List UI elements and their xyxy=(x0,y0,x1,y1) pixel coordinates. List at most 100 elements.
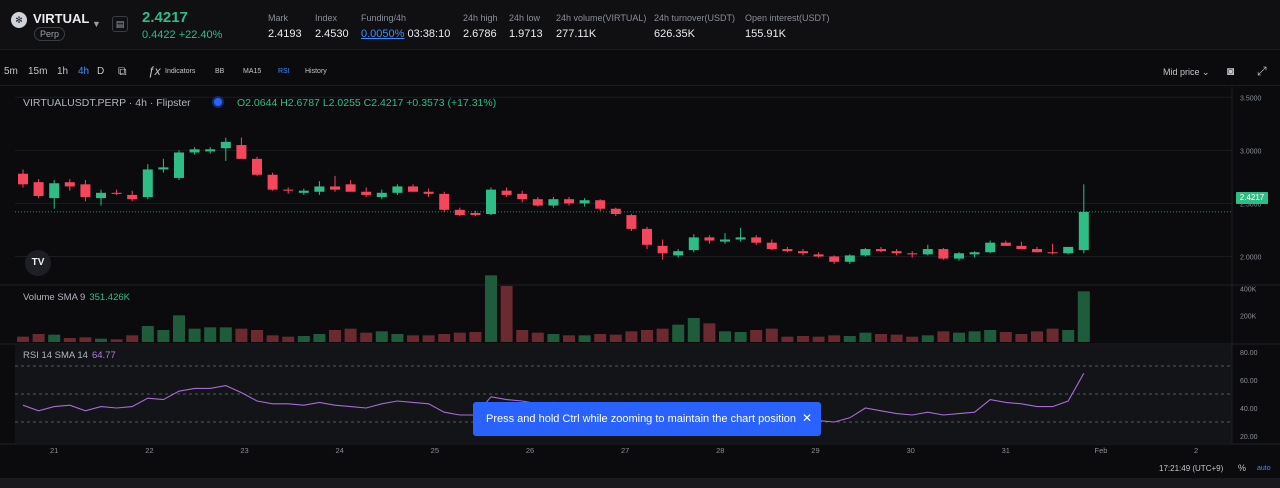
candle-body xyxy=(18,173,28,185)
volume-bar xyxy=(968,331,981,342)
candle-body xyxy=(454,209,465,216)
price-tick-label: 3.5000 xyxy=(1240,95,1262,102)
price-tick-label: 2.0000 xyxy=(1240,254,1262,261)
volume-bar xyxy=(672,324,685,342)
candle-body xyxy=(969,252,980,255)
volume-bar xyxy=(563,335,575,342)
candle-body xyxy=(345,184,356,192)
close-icon[interactable]: ✕ xyxy=(802,411,812,425)
volume-bar xyxy=(17,336,29,342)
zoom-hint-toast: Press and hold Ctrl while zooming to mai… xyxy=(473,402,821,436)
candle-body xyxy=(610,208,621,215)
camera-icon[interactable]: ◙ xyxy=(1227,64,1234,78)
volume-bar xyxy=(765,328,778,342)
pair-info-icon[interactable]: ▤ xyxy=(112,16,128,32)
candle-body xyxy=(517,193,528,200)
date-tick-label: Feb xyxy=(1094,446,1107,455)
clock[interactable]: 17:21:49 (UTC+9) xyxy=(1159,464,1223,473)
indicators-icon[interactable]: ƒx xyxy=(148,64,161,78)
date-tick-label: 27 xyxy=(621,446,629,455)
history-button[interactable]: History xyxy=(305,68,327,75)
percent-scale-toggle[interactable]: % xyxy=(1238,463,1246,473)
candle-body xyxy=(486,189,496,215)
volume-bar xyxy=(531,332,544,342)
volume-bar xyxy=(625,331,638,342)
volume-bar xyxy=(266,335,279,342)
stat-24h-turnover: 24h turnover(USDT) 626.35K xyxy=(654,13,736,40)
volume-bar xyxy=(797,336,809,342)
date-tick-label: 22 xyxy=(145,446,153,455)
volume-bar xyxy=(48,334,61,342)
ma15-indicator[interactable]: MA15 xyxy=(243,68,261,75)
volume-bar xyxy=(828,335,841,342)
volume-bar xyxy=(641,330,653,342)
rsi-indicator[interactable]: RSI xyxy=(278,68,290,75)
candle-body xyxy=(782,249,793,252)
candle-body xyxy=(267,174,278,190)
volume-bar xyxy=(984,330,997,342)
volume-bar xyxy=(375,331,388,342)
indicators-button[interactable]: Indicators xyxy=(165,68,195,75)
candle-type-icon[interactable]: ⧉ xyxy=(118,64,127,79)
volume-bar xyxy=(79,337,92,342)
volume-bar xyxy=(297,336,310,342)
volume-bar xyxy=(95,338,107,342)
price-mode-select[interactable]: Mid price ⌄ xyxy=(1163,67,1210,78)
bb-indicator[interactable]: BB xyxy=(215,68,224,75)
volume-bar xyxy=(235,328,248,342)
candle-body xyxy=(158,167,169,170)
date-tick-label: 23 xyxy=(240,446,248,455)
stat-open-interest: Open interest(USDT) 155.91K xyxy=(745,13,830,40)
tradingview-logo[interactable]: TV xyxy=(25,250,51,276)
candle-body xyxy=(439,193,450,210)
candle-body xyxy=(1063,246,1074,254)
funding-rate-link[interactable]: 0.0050% xyxy=(361,28,404,40)
candle-body xyxy=(829,256,840,262)
interval-5m[interactable]: 5m xyxy=(4,66,18,77)
interval-4h[interactable]: 4h xyxy=(78,66,89,77)
auto-scale-toggle[interactable]: auto xyxy=(1257,465,1271,472)
volume-bar xyxy=(219,327,232,342)
rsi-tick-label: 20.00 xyxy=(1240,434,1258,441)
last-price: 2.4217 xyxy=(142,9,188,26)
market-header: ✻ VIRTUAL Perp ▼ ▤ 2.4217 0.4422 +22.40%… xyxy=(0,0,1280,50)
interval-d[interactable]: D xyxy=(97,66,104,77)
stat-funding: Funding/4h 0.0050% 03:38:10 xyxy=(361,13,451,40)
volume-bar xyxy=(609,334,622,342)
candle-body xyxy=(80,184,91,198)
candle-body xyxy=(751,237,762,243)
volume-bar xyxy=(422,335,435,342)
volume-bar xyxy=(875,334,887,342)
stat-24h-low: 24h low 1.9713 xyxy=(509,13,543,40)
chevron-down-icon[interactable]: ▼ xyxy=(92,19,101,29)
volume-bar xyxy=(63,338,76,342)
rsi-tick-label: 80.00 xyxy=(1240,350,1258,357)
candle-body xyxy=(985,242,996,253)
candle-body xyxy=(501,190,512,195)
candle-body xyxy=(860,249,871,256)
stat-index: Index 2.4530 xyxy=(315,13,349,40)
candle-body xyxy=(579,200,590,204)
toast-message: Press and hold Ctrl while zooming to mai… xyxy=(486,413,796,425)
fullscreen-icon[interactable]: ⤢ xyxy=(1257,64,1267,79)
volume-bar xyxy=(516,330,529,342)
candle-body xyxy=(798,251,808,254)
candle-body xyxy=(64,182,75,187)
candle-body xyxy=(142,169,153,198)
candle-body xyxy=(1047,252,1058,254)
candle-body xyxy=(330,186,340,190)
volume-bar xyxy=(859,332,872,342)
pair-name[interactable]: VIRTUAL xyxy=(33,11,89,26)
candle-body xyxy=(298,190,309,193)
volume-bar xyxy=(937,331,950,342)
candle-body xyxy=(595,200,606,209)
volume-bar xyxy=(656,328,669,342)
candle-body xyxy=(876,249,886,252)
interval-1h[interactable]: 1h xyxy=(57,66,68,77)
candle-body xyxy=(33,182,44,196)
interval-15m[interactable]: 15m xyxy=(28,66,47,77)
candle-body xyxy=(891,251,902,254)
volume-bar xyxy=(719,331,731,342)
date-tick-label: 24 xyxy=(336,446,344,455)
stat-24h-high: 24h high 2.6786 xyxy=(463,13,498,40)
